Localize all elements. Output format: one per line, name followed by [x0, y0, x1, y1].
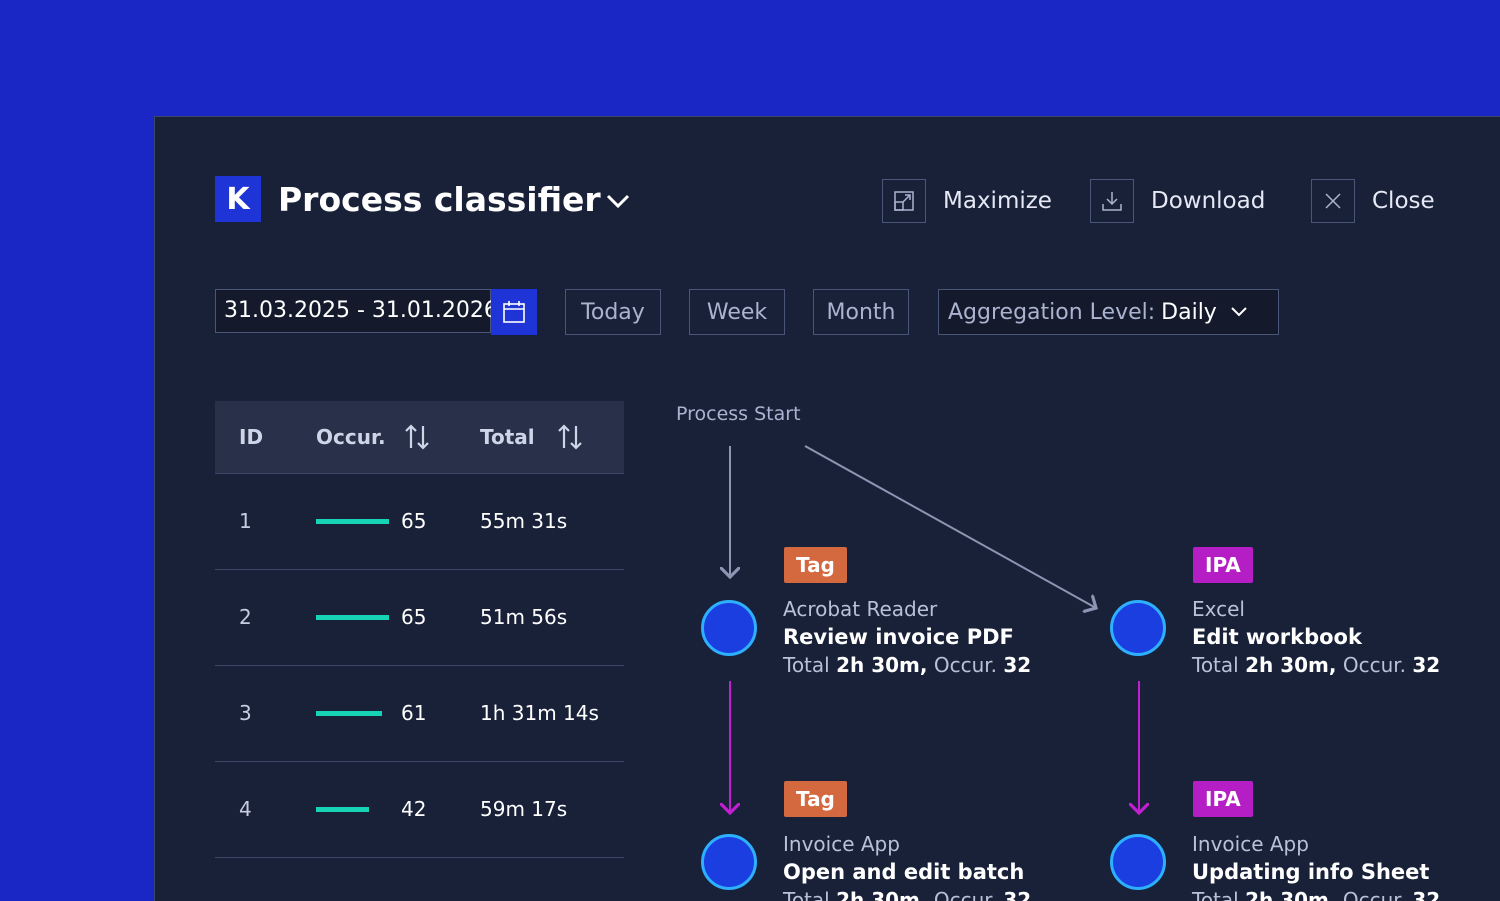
- process-node[interactable]: [701, 834, 757, 890]
- node-name: Open and edit batch: [783, 860, 1025, 884]
- node-stats: Total 2h 30m, Occur. 32: [783, 653, 1032, 677]
- process-classifier-panel: K Process classifier Maximize Download C…: [154, 116, 1500, 901]
- node-stats: Total 2h 30m, Occur. 32: [783, 888, 1032, 901]
- tag-badge: Tag: [784, 547, 847, 583]
- connector-start-to-excel: [804, 445, 1096, 608]
- node-name: Review invoice PDF: [783, 625, 1014, 649]
- node-app: Excel: [1192, 597, 1245, 621]
- process-node[interactable]: [1110, 600, 1166, 656]
- node-details: Invoice App Open and edit batch Total 2h…: [783, 830, 1031, 901]
- node-app: Invoice App: [783, 832, 900, 856]
- ipa-badge: IPA: [1193, 547, 1253, 583]
- process-node[interactable]: [1110, 834, 1166, 890]
- process-node[interactable]: [701, 600, 757, 656]
- node-stats: Total 2h 30m, Occur. 32: [1192, 653, 1441, 677]
- process-start-label: Process Start: [676, 403, 801, 425]
- node-details: Excel Edit workbook Total 2h 30m, Occur.…: [1192, 595, 1440, 679]
- node-stats: Total 2h 30m, Occur. 32: [1192, 888, 1441, 901]
- node-app: Invoice App: [1192, 832, 1309, 856]
- ipa-badge: IPA: [1193, 781, 1253, 817]
- tag-badge: Tag: [784, 781, 847, 817]
- node-details: Acrobat Reader Review invoice PDF Total …: [783, 595, 1031, 679]
- node-details: Invoice App Updating info Sheet Total 2h…: [1192, 830, 1440, 901]
- node-name: Updating info Sheet: [1192, 860, 1430, 884]
- node-app: Acrobat Reader: [783, 597, 938, 621]
- node-name: Edit workbook: [1192, 625, 1362, 649]
